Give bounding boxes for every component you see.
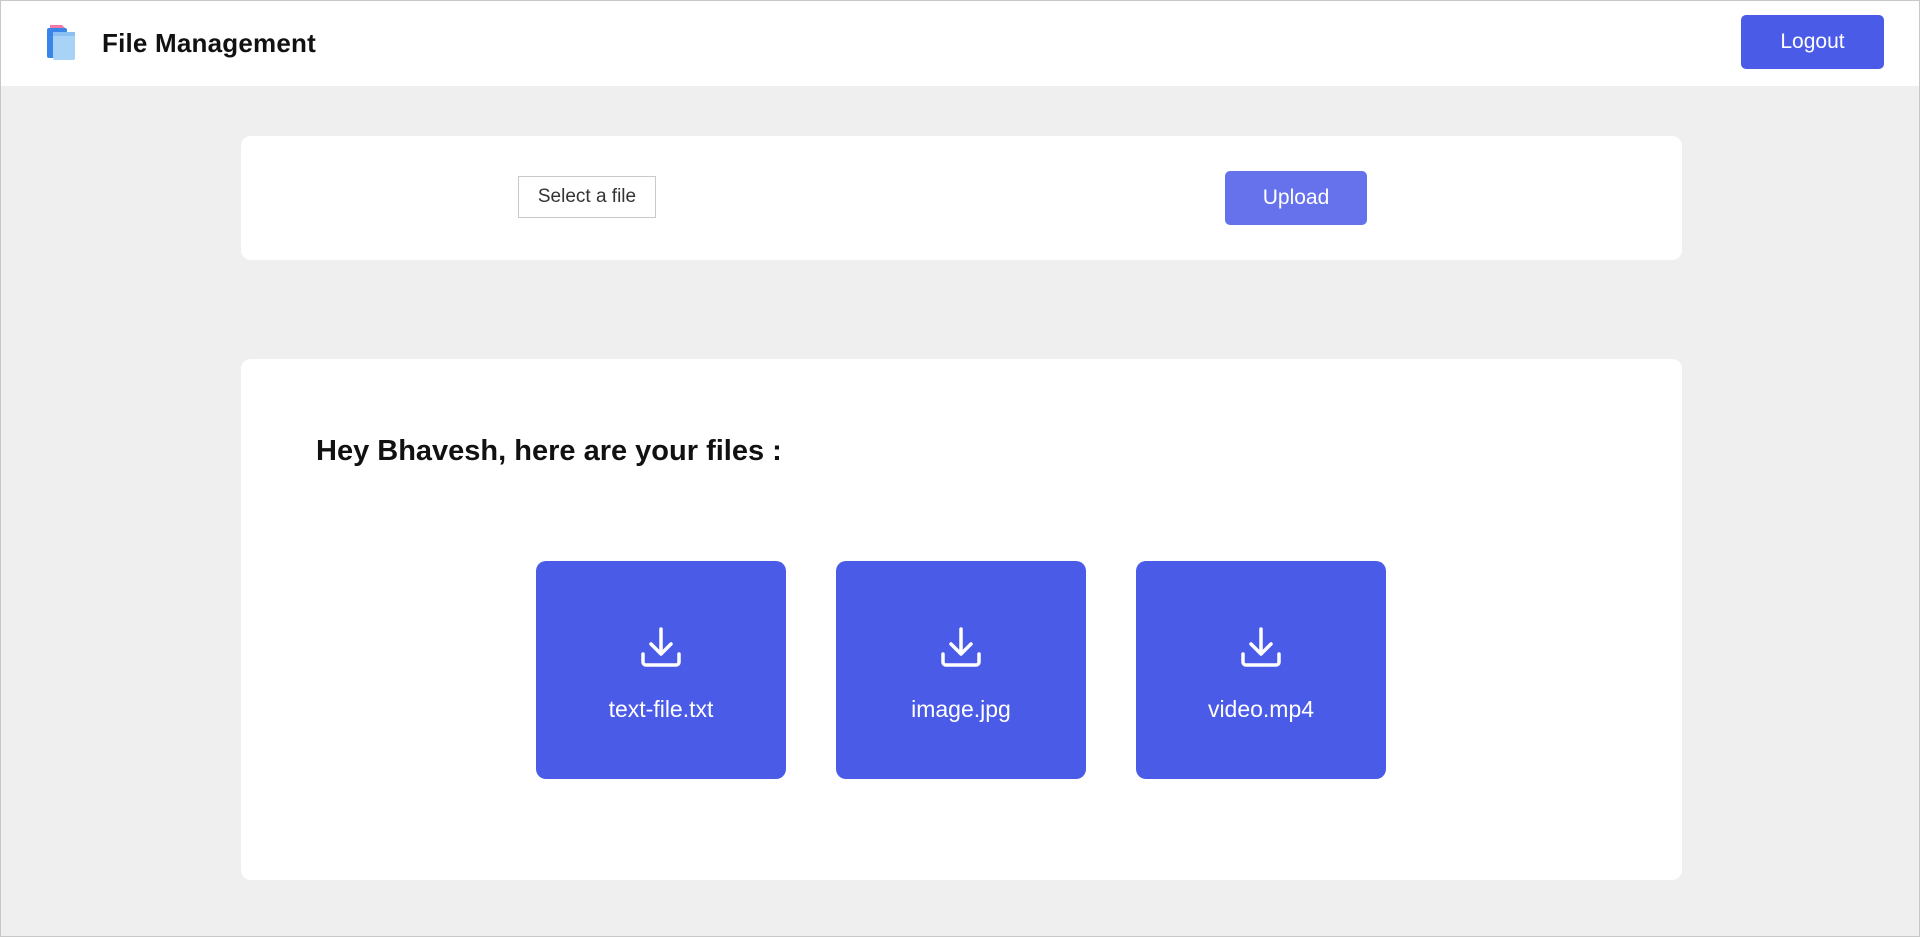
file-select-input[interactable]: Select a file	[518, 176, 656, 218]
file-tile-text-file[interactable]: text-file.txt	[536, 561, 786, 779]
upload-card: Select a file Upload	[241, 136, 1682, 260]
file-name: video.mp4	[1207, 695, 1315, 722]
file-grid: text-file.txt image.jpg video.mp4	[536, 561, 1386, 779]
files-heading: Hey Bhavesh, here are your files :	[316, 435, 782, 467]
file-tile-image[interactable]: image.jpg	[836, 561, 1086, 779]
logout-button[interactable]: Logout	[1741, 15, 1884, 69]
files-card: Hey Bhavesh, here are your files : text-…	[241, 359, 1682, 880]
brand: File Management	[44, 23, 316, 63]
upload-button[interactable]: Upload	[1225, 171, 1367, 225]
file-name: image.jpg	[911, 695, 1011, 722]
download-icon	[641, 626, 681, 667]
file-name: text-file.txt	[608, 695, 714, 722]
file-tile-video[interactable]: video.mp4	[1136, 561, 1386, 779]
download-icon	[941, 626, 981, 667]
app-header: File Management Logout	[1, 1, 1919, 86]
folder-pages-icon	[47, 25, 75, 60]
download-icon	[1241, 626, 1281, 667]
app-title: File Management	[102, 27, 316, 58]
